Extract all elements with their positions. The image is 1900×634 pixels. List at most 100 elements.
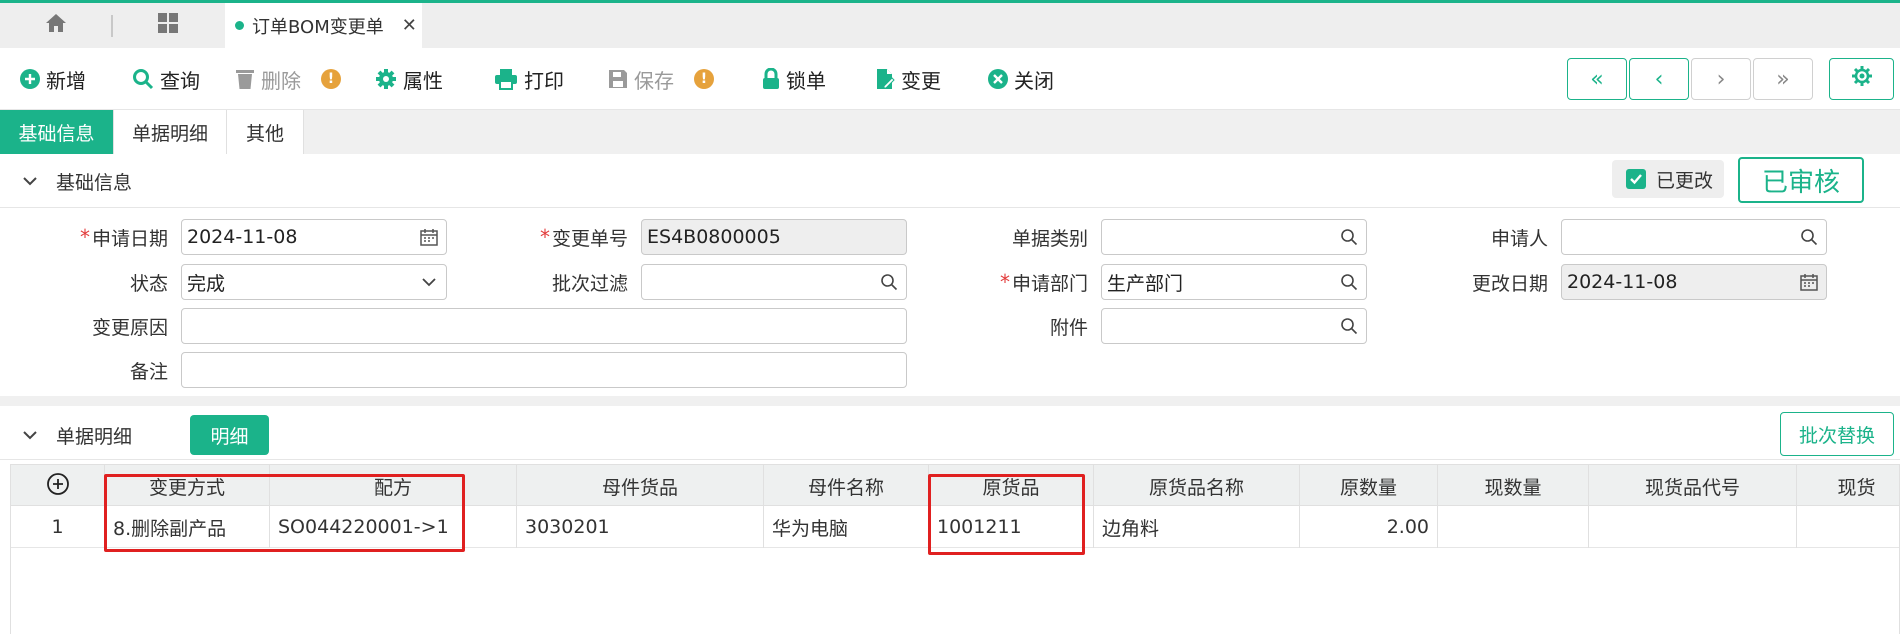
apply-date-label: * 申请日期: [79, 225, 168, 250]
col-header[interactable]: 现货: [1797, 465, 1899, 507]
dept-field[interactable]: 生产部门: [1101, 264, 1367, 300]
attach-label: 附件: [1049, 316, 1088, 339]
change-no-label: * 变更单号: [539, 225, 628, 250]
divider: [0, 459, 1900, 460]
search-icon[interactable]: [1340, 273, 1358, 296]
apps-tab[interactable]: [112, 3, 224, 48]
col-header[interactable]: 原数量: [1300, 465, 1438, 507]
save-button[interactable]: 保存 !: [608, 48, 714, 110]
warning-icon: !: [694, 69, 714, 89]
parent-item-cell[interactable]: 3030201: [517, 506, 764, 548]
search-icon[interactable]: [1800, 228, 1818, 251]
close-circle-icon: [988, 69, 1008, 89]
detail-button[interactable]: 明细: [190, 415, 269, 455]
grid-icon: [157, 12, 179, 39]
home-tab[interactable]: [0, 3, 112, 48]
chevron-down-icon: [20, 425, 40, 450]
add-label: 新增: [46, 68, 86, 93]
plus-circle-icon: [20, 69, 40, 89]
col-header[interactable]: 母件货品: [517, 465, 764, 507]
approved-stamp: 已审核: [1738, 157, 1864, 203]
add-row-button[interactable]: [11, 465, 105, 507]
col-header[interactable]: 配方: [270, 465, 517, 507]
properties-label: 属性: [403, 68, 443, 93]
col-header[interactable]: 变更方式: [105, 465, 270, 507]
apply-date-field[interactable]: 2024-11-08: [181, 219, 447, 255]
search-icon[interactable]: [1340, 317, 1358, 340]
add-button[interactable]: 新增: [20, 48, 86, 110]
applicant-label: 申请人: [1490, 227, 1548, 250]
close-tab-icon[interactable]: ✕: [402, 15, 417, 36]
last-record-button[interactable]: »: [1753, 58, 1813, 100]
col-header[interactable]: 母件名称: [764, 465, 929, 507]
col-header[interactable]: 原货品: [929, 465, 1094, 507]
cur-item-cell[interactable]: [1797, 506, 1899, 548]
settings-button[interactable]: [1829, 58, 1894, 100]
detail-header[interactable]: 单据明细: [0, 412, 1900, 458]
orig-item-cell[interactable]: 1001211: [929, 506, 1094, 548]
document-edit-icon: [875, 68, 895, 90]
orig-qty-cell[interactable]: 2.00: [1300, 506, 1438, 548]
orig-name-cell[interactable]: 边角料: [1094, 506, 1300, 548]
search-icon[interactable]: [880, 273, 898, 296]
change-button[interactable]: 变更: [875, 48, 941, 110]
status-label: 状态: [129, 272, 168, 295]
search-icon[interactable]: [1340, 228, 1358, 251]
next-record-button[interactable]: ›: [1691, 58, 1751, 100]
table-row[interactable]: 1 8.删除副产品 SO044220001->1 3030201 华为电脑 10…: [11, 506, 1899, 548]
doc-type-label: 单据类别: [1011, 227, 1088, 250]
delete-label: 删除: [261, 68, 301, 93]
row-number: 1: [11, 506, 105, 548]
calendar-icon[interactable]: [420, 228, 438, 251]
batch-replace-button[interactable]: 批次替换: [1780, 412, 1894, 456]
tab-other[interactable]: 其他: [227, 110, 304, 154]
col-header[interactable]: 现数量: [1438, 465, 1589, 507]
prev-record-button[interactable]: ‹: [1629, 58, 1689, 100]
chevron-right-icon: ›: [1716, 66, 1726, 92]
attach-field[interactable]: [1101, 308, 1367, 344]
divider: [0, 207, 1900, 208]
changed-checkbox[interactable]: 已更改: [1612, 160, 1724, 198]
applicant-field[interactable]: [1561, 219, 1827, 255]
query-button[interactable]: 查询: [132, 48, 200, 110]
search-icon: [132, 68, 154, 90]
lock-button[interactable]: 锁单: [762, 48, 826, 110]
tab-bom-change-order[interactable]: 订单BOM变更单 ✕: [225, 3, 422, 48]
remark-field[interactable]: [181, 352, 907, 388]
chevron-down-icon: [420, 273, 438, 296]
print-button[interactable]: 打印: [494, 48, 564, 110]
properties-button[interactable]: 属性: [375, 48, 443, 110]
recipe-cell[interactable]: SO044220001->1: [270, 506, 517, 548]
col-header[interactable]: 现货品代号: [1589, 465, 1797, 507]
tab-basic-info[interactable]: 基础信息: [0, 110, 114, 154]
col-header[interactable]: 原货品名称: [1094, 465, 1300, 507]
cur-code-cell[interactable]: [1589, 506, 1797, 548]
batch-filter-field[interactable]: [641, 264, 907, 300]
lock-label: 锁单: [786, 68, 826, 93]
double-chevron-left-icon: «: [1590, 66, 1604, 92]
detail-grid: 变更方式 配方 母件货品 母件名称 原货品 原货品名称 原数量 现数量 现货品代…: [10, 464, 1900, 634]
chevron-down-icon: [20, 171, 40, 196]
modify-date-label: 更改日期: [1471, 272, 1548, 295]
remark-label: 备注: [129, 360, 168, 383]
double-chevron-right-icon: »: [1776, 66, 1790, 92]
change-no-field: ES4B0800005: [641, 219, 907, 255]
reason-field[interactable]: [181, 308, 907, 344]
delete-button[interactable]: 删除 !: [235, 48, 341, 110]
dept-label: * 申请部门: [999, 270, 1088, 295]
printer-icon: [494, 68, 518, 90]
cur-qty-cell[interactable]: [1438, 506, 1589, 548]
print-label: 打印: [524, 68, 564, 93]
section-title: 基础信息: [56, 171, 133, 194]
status-select[interactable]: 完成: [181, 264, 447, 300]
doc-type-field[interactable]: [1101, 219, 1367, 255]
close-button[interactable]: 关闭: [988, 48, 1054, 110]
first-record-button[interactable]: «: [1567, 58, 1627, 100]
change-mode-cell[interactable]: 8.删除副产品: [105, 506, 270, 548]
section-title: 单据明细: [56, 425, 133, 448]
tab-detail[interactable]: 单据明细: [114, 110, 227, 154]
modify-date-field: 2024-11-08: [1561, 264, 1827, 300]
chevron-left-icon: ‹: [1654, 66, 1664, 92]
parent-name-cell[interactable]: 华为电脑: [764, 506, 929, 548]
lock-icon: [762, 68, 780, 90]
